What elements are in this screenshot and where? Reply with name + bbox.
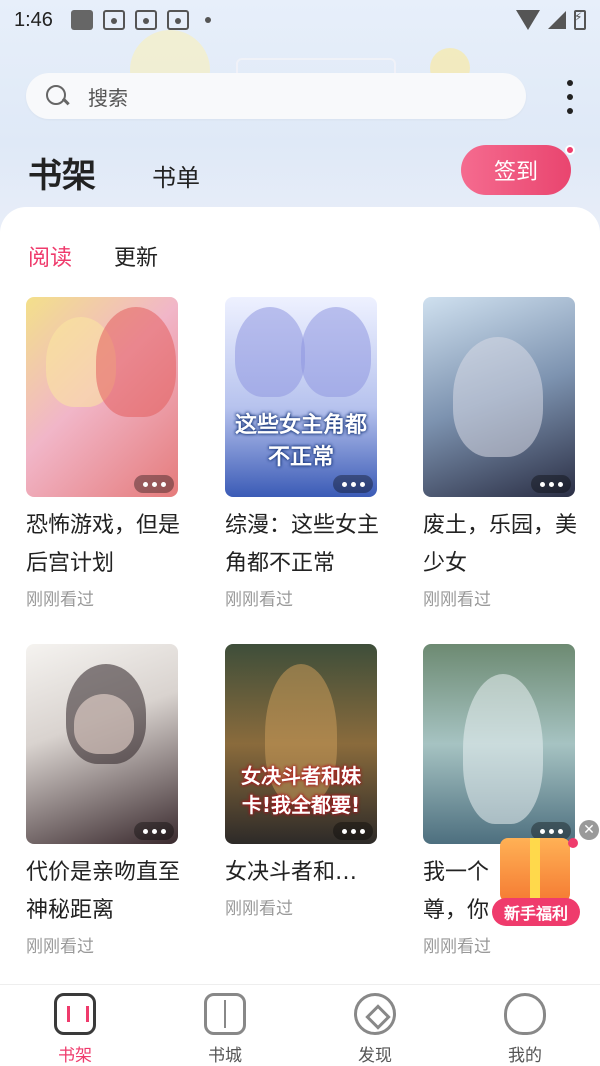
compass-icon bbox=[354, 993, 396, 1035]
book-title: 代价是亲吻直至神秘距离 bbox=[26, 860, 181, 923]
baidu-notification-icon bbox=[134, 10, 157, 30]
gift-badge-dot bbox=[568, 838, 578, 848]
book-status: 刚刚看过 bbox=[225, 590, 293, 610]
book-more-icon[interactable] bbox=[333, 822, 373, 840]
subtab-reading[interactable]: 阅读 bbox=[28, 240, 72, 272]
book-cover[interactable] bbox=[423, 644, 575, 844]
tab-bookshelf[interactable]: 书架 bbox=[28, 148, 96, 213]
status-time: 1:46 bbox=[14, 8, 53, 31]
image-notification-icon bbox=[70, 10, 93, 30]
nav-label-bookshelf: 书架 bbox=[58, 1046, 92, 1066]
book-title: 女决斗者和妹卡！我全都... bbox=[225, 860, 375, 885]
book-title: 综漫：这些女主角都不正常 bbox=[225, 513, 380, 576]
bottom-navigation: 书架 书城 发现 我的 bbox=[0, 984, 600, 1066]
top-tabs: 书架 书单 bbox=[28, 148, 200, 213]
book-more-icon[interactable] bbox=[134, 475, 174, 493]
bookshelf-icon bbox=[54, 993, 96, 1035]
book-title: 恐怖游戏，但是后宫计划 bbox=[26, 513, 181, 576]
book-item[interactable]: 女决斗者和妹卡!我全都要! 女决斗者和妹卡！我全都... 刚刚看过 bbox=[225, 644, 377, 919]
battery-charging-icon bbox=[574, 10, 586, 30]
book-cover[interactable]: 这些女主角都不正常 bbox=[225, 297, 377, 497]
nav-bookstore[interactable]: 书城 bbox=[150, 985, 300, 1066]
subtab-updates[interactable]: 更新 bbox=[114, 240, 158, 272]
nav-label-mine: 我的 bbox=[508, 1046, 542, 1066]
more-options-button[interactable] bbox=[560, 80, 580, 114]
book-title: 废土，乐园，美少女 bbox=[423, 513, 578, 576]
nav-label-bookstore: 书城 bbox=[208, 1046, 242, 1066]
baidu-notification-icon bbox=[166, 10, 189, 30]
status-bar: 1:46 bbox=[0, 0, 600, 40]
book-title-line1: 我一个 bbox=[423, 860, 490, 885]
checkin-button[interactable]: 签到 bbox=[461, 145, 571, 195]
cellular-signal-icon bbox=[548, 11, 566, 29]
search-icon bbox=[44, 83, 70, 109]
book-cover[interactable] bbox=[423, 297, 575, 497]
nav-label-discover: 发现 bbox=[358, 1046, 392, 1066]
book-item[interactable]: 代价是亲吻直至神秘距离 刚刚看过 bbox=[26, 644, 180, 957]
book-more-icon[interactable] bbox=[531, 475, 571, 493]
book-item[interactable]: 废土，乐园，美少女 刚刚看过 bbox=[423, 297, 577, 610]
book-item[interactable]: 这些女主角都不正常 综漫：这些女主角都不正常 刚刚看过 bbox=[225, 297, 379, 610]
search-input[interactable]: 搜索 bbox=[26, 73, 526, 119]
nav-discover[interactable]: 发现 bbox=[300, 985, 450, 1066]
book-status: 刚刚看过 bbox=[423, 937, 491, 957]
more-notifications-icon bbox=[204, 17, 211, 23]
book-status: 刚刚看过 bbox=[423, 590, 491, 610]
book-status: 刚刚看过 bbox=[26, 590, 94, 610]
gift-label: 新手福利 bbox=[492, 898, 580, 926]
bookshelf-subtabs: 阅读 更新 bbox=[28, 240, 158, 272]
book-item[interactable]: 恐怖游戏，但是后宫计划 刚刚看过 bbox=[26, 297, 180, 610]
book-more-icon[interactable] bbox=[333, 475, 373, 493]
nav-bookshelf[interactable]: 书架 bbox=[0, 985, 150, 1066]
book-status: 刚刚看过 bbox=[225, 899, 293, 919]
wifi-icon bbox=[516, 10, 540, 30]
baidu-notification-icon bbox=[102, 10, 125, 30]
checkin-badge-dot bbox=[565, 145, 575, 155]
profile-icon bbox=[504, 993, 546, 1035]
cover-title-text: 女决斗者和妹卡!我全都要! bbox=[241, 764, 361, 817]
book-cover[interactable] bbox=[26, 644, 178, 844]
book-open-icon bbox=[204, 993, 246, 1035]
cover-title-text: 这些女主角都不正常 bbox=[234, 413, 367, 470]
book-cover[interactable]: 女决斗者和妹卡!我全都要! bbox=[225, 644, 377, 844]
gift-box-icon bbox=[500, 838, 570, 902]
search-placeholder: 搜索 bbox=[88, 85, 128, 110]
tab-booklist[interactable]: 书单 bbox=[152, 158, 200, 193]
gift-close-icon[interactable]: ✕ bbox=[579, 820, 599, 840]
book-cover[interactable] bbox=[26, 297, 178, 497]
more-dots-icon bbox=[567, 80, 573, 86]
book-status: 刚刚看过 bbox=[26, 937, 94, 957]
book-title-line2: 尊，你 bbox=[423, 898, 490, 923]
book-more-icon[interactable] bbox=[134, 822, 174, 840]
nav-mine[interactable]: 我的 bbox=[450, 985, 600, 1066]
